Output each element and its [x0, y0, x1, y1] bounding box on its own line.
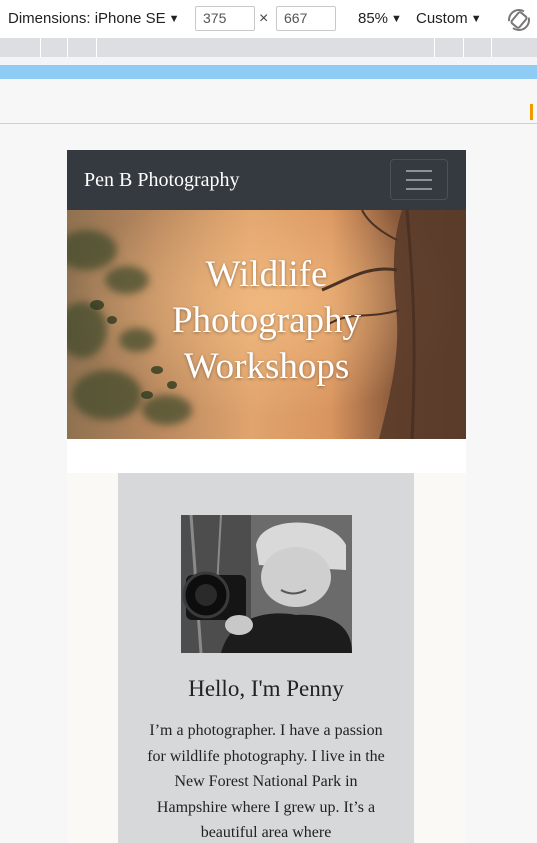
- navbar: Pen B Photography: [67, 150, 466, 210]
- ruler-gap: [0, 57, 537, 65]
- caret-down-icon: ▼: [391, 13, 402, 25]
- ruler-tick: [434, 38, 435, 57]
- ruler-tick: [463, 38, 464, 57]
- media-query-bar[interactable]: [0, 65, 537, 79]
- dimension-separator: ×: [259, 10, 269, 27]
- hamburger-icon-bar: [406, 188, 432, 190]
- profile-photo: [181, 515, 352, 653]
- media-query-ruler[interactable]: [0, 38, 537, 57]
- rotate-icon[interactable]: [506, 7, 532, 33]
- portrait-image: [181, 515, 352, 653]
- caret-down-icon: ▼: [168, 13, 180, 25]
- hero-banner: Wildlife Photography Workshops: [67, 210, 466, 439]
- caret-down-icon: ▼: [470, 13, 482, 25]
- hamburger-icon-bar: [406, 170, 432, 172]
- divider: [0, 123, 537, 124]
- device-selector-label: Dimensions: iPhone SE: [8, 10, 166, 27]
- toolbar-spacer: [0, 79, 537, 123]
- throttle-selector[interactable]: Custom ▼: [416, 10, 482, 27]
- hero-title-line: Photography: [171, 300, 362, 341]
- throttle-label: Custom: [416, 10, 468, 27]
- zoom-label: 85%: [358, 10, 389, 27]
- section-spacer: [67, 439, 466, 473]
- hero-title: Wildlife Photography Workshops: [67, 252, 466, 390]
- ruler-tick: [67, 38, 68, 57]
- zoom-selector[interactable]: 85% ▼: [358, 10, 402, 27]
- about-text: I’m a photographer. I have a passion for…: [147, 722, 385, 841]
- ruler-tick: [491, 38, 492, 57]
- navbar-brand[interactable]: Pen B Photography: [84, 169, 240, 192]
- device-selector[interactable]: Dimensions: iPhone SE ▼: [8, 10, 179, 27]
- device-toolbar: Dimensions: iPhone SE▼ × 85%▼ Custom▼: [0, 0, 537, 38]
- hero-title-line: Workshops: [183, 346, 350, 387]
- hamburger-icon-bar: [406, 179, 432, 181]
- ruler-tick: [96, 38, 97, 57]
- about-heading: Hello, I'm Penny: [188, 676, 344, 701]
- marker: [530, 104, 533, 120]
- navbar-toggler-button[interactable]: [390, 159, 448, 200]
- width-input[interactable]: [195, 6, 255, 31]
- ruler-tick: [40, 38, 41, 57]
- about-card: Hello, I'm Penny I’m a photographer. I h…: [118, 473, 414, 843]
- device-viewport: Pen B Photography Wildlife Photography W…: [67, 150, 466, 843]
- height-input[interactable]: [276, 6, 336, 31]
- hero-title-line: Wildlife: [205, 254, 328, 295]
